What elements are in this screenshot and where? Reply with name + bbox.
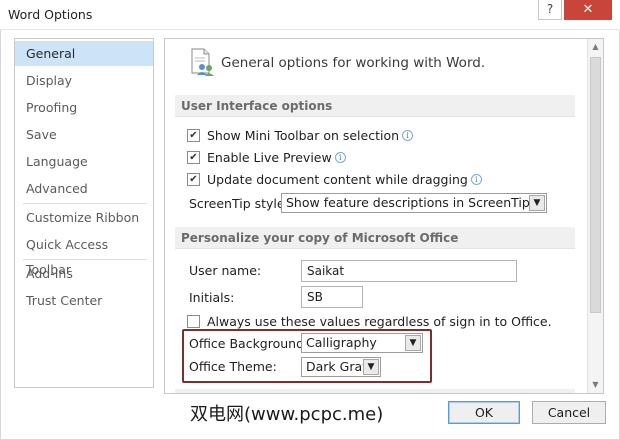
dropdown-arrow-icon[interactable]: ▼	[529, 195, 545, 211]
option-always-use-values[interactable]: Always use these values regardless of si…	[187, 312, 552, 330]
panel-heading: General options for working with Word.	[221, 55, 486, 71]
sidebar-item-quick-access-toolbar[interactable]: Quick Access Toolbar	[15, 232, 153, 277]
help-button[interactable]: ?	[538, 0, 562, 20]
title-bar: Word Options ? ✕	[0, 0, 620, 30]
sidebar-item-save[interactable]: Save	[15, 122, 153, 147]
close-button[interactable]: ✕	[564, 0, 612, 20]
sidebar-item-proofing[interactable]: Proofing	[15, 95, 153, 120]
mini-toolbar-checkbox[interactable]: ✔	[187, 128, 200, 142]
mini-toolbar-label: Show Mini Toolbar on selection	[207, 127, 400, 143]
sidebar: General Display Proofing Save Language A…	[14, 38, 154, 388]
scroll-thumb[interactable]	[590, 57, 601, 313]
info-icon[interactable]: i	[402, 129, 414, 141]
user-name-label: User name:	[189, 263, 262, 278]
live-preview-checkbox[interactable]: ✔	[187, 150, 200, 164]
cancel-button[interactable]: Cancel	[532, 401, 606, 424]
initials-label: Initials:	[189, 290, 235, 305]
vertical-scrollbar[interactable]: ▲ ▼	[587, 39, 603, 393]
initials-input[interactable]: SB	[301, 286, 363, 308]
sidebar-item-trust-center[interactable]: Trust Center	[15, 288, 153, 313]
sidebar-item-language[interactable]: Language	[15, 149, 153, 174]
close-icon: ✕	[582, 2, 594, 17]
update-dragging-label: Update document content while dragging	[207, 171, 468, 187]
watermark-text: 双电网(www.pcpc.me)	[190, 404, 384, 425]
sidebar-item-advanced[interactable]: Advanced	[15, 176, 153, 201]
user-name-input[interactable]: Saikat	[301, 260, 517, 282]
highlight-annotation-box	[182, 329, 432, 383]
always-use-checkbox[interactable]	[187, 314, 200, 328]
option-mini-toolbar[interactable]: ✔ Show Mini Toolbar on selection i	[187, 126, 414, 144]
update-dragging-checkbox[interactable]: ✔	[187, 172, 200, 186]
section-personalize: Personalize your copy of Microsoft Offic…	[175, 227, 575, 249]
screentip-style-value: Show feature descriptions in ScreenTips	[286, 195, 537, 210]
screentip-style-label: ScreenTip style:	[189, 196, 289, 211]
always-use-label: Always use these values regardless of si…	[207, 313, 552, 329]
scroll-up-arrow-icon[interactable]: ▲	[588, 39, 603, 55]
help-icon: ?	[546, 2, 554, 16]
sidebar-item-general[interactable]: General	[15, 41, 153, 66]
scroll-down-arrow-icon[interactable]: ▼	[588, 377, 603, 393]
sidebar-divider	[23, 259, 147, 260]
general-options-icon	[191, 48, 214, 76]
sidebar-item-display[interactable]: Display	[15, 68, 153, 93]
live-preview-label: Enable Live Preview	[207, 149, 332, 165]
info-icon[interactable]: i	[334, 151, 346, 163]
option-live-preview[interactable]: ✔ Enable Live Preview i	[187, 148, 346, 166]
sidebar-item-add-ins[interactable]: Add-Ins	[15, 261, 153, 286]
section-next	[175, 389, 575, 393]
option-update-dragging[interactable]: ✔ Update document content while dragging…	[187, 170, 482, 188]
sidebar-item-customize-ribbon[interactable]: Customize Ribbon	[15, 205, 153, 230]
ok-button[interactable]: OK	[448, 401, 520, 424]
window-title: Word Options	[8, 7, 93, 22]
info-icon[interactable]: i	[470, 173, 482, 185]
sidebar-divider	[23, 203, 147, 204]
screentip-style-select[interactable]: Show feature descriptions in ScreenTips …	[281, 193, 547, 213]
section-user-interface: User Interface options	[175, 95, 575, 117]
